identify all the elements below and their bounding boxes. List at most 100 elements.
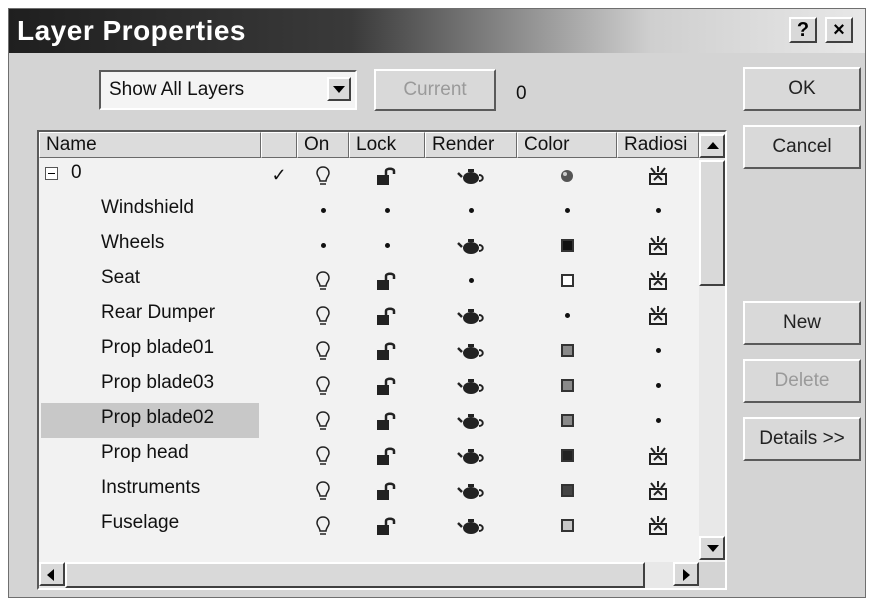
color-swatch[interactable] (517, 263, 617, 298)
teapot-icon[interactable] (425, 298, 517, 333)
radiosity-icon[interactable] (617, 438, 699, 473)
teapot-icon[interactable] (425, 508, 517, 543)
layer-filter-dropdown[interactable]: Show All Layers (99, 70, 357, 110)
color-swatch[interactable] (517, 368, 617, 403)
bulb-icon[interactable] (297, 438, 349, 473)
unlocked-icon[interactable] (349, 508, 425, 543)
details-button[interactable]: Details >> (743, 417, 861, 461)
dot-icon[interactable] (425, 263, 517, 298)
column-header-lock[interactable]: Lock (349, 132, 425, 158)
layer-name: Windshield (101, 197, 194, 218)
dot-icon[interactable] (517, 298, 617, 333)
layer-row[interactable]: Prop blade01 (39, 333, 699, 368)
bulb-icon[interactable] (297, 368, 349, 403)
column-header-on[interactable]: On (297, 132, 349, 158)
dot-icon[interactable] (617, 368, 699, 403)
layer-properties-dialog: Layer Properties ? × Show All Layers Cur… (8, 8, 866, 598)
bulb-icon[interactable] (297, 473, 349, 508)
color-swatch[interactable] (517, 438, 617, 473)
radiosity-icon[interactable] (617, 263, 699, 298)
dot-icon[interactable] (617, 193, 699, 228)
delete-button[interactable]: Delete (743, 359, 861, 403)
close-button[interactable]: × (825, 17, 853, 43)
dot-icon[interactable] (617, 333, 699, 368)
scroll-left-button[interactable] (39, 562, 65, 586)
material-sphere-icon[interactable] (517, 158, 617, 193)
horizontal-scroll-thumb[interactable] (65, 562, 645, 588)
scroll-up-button[interactable] (699, 134, 725, 158)
teapot-icon[interactable] (425, 438, 517, 473)
unlocked-icon[interactable] (349, 403, 425, 438)
bulb-icon[interactable] (297, 263, 349, 298)
vertical-scroll-thumb[interactable] (699, 160, 725, 286)
dot-icon[interactable] (617, 403, 699, 438)
unlocked-icon[interactable] (349, 158, 425, 193)
radiosity-icon[interactable] (617, 228, 699, 263)
teapot-icon[interactable] (425, 228, 517, 263)
ok-button[interactable]: OK (743, 67, 861, 111)
window-title: Layer Properties (17, 15, 246, 46)
layer-row[interactable]: Seat (39, 263, 699, 298)
bulb-icon[interactable] (297, 158, 349, 193)
dot-icon[interactable] (517, 193, 617, 228)
bulb-icon[interactable] (297, 508, 349, 543)
collapse-icon[interactable] (45, 167, 58, 180)
teapot-icon[interactable] (425, 368, 517, 403)
dot-icon[interactable] (297, 228, 349, 263)
cancel-button[interactable]: Cancel (743, 125, 861, 169)
teapot-icon[interactable] (425, 403, 517, 438)
layer-name: Prop blade03 (101, 372, 215, 393)
layer-row[interactable]: Windshield (39, 193, 699, 228)
teapot-icon[interactable] (425, 158, 517, 193)
radiosity-icon[interactable] (617, 298, 699, 333)
vertical-scrollbar[interactable] (699, 134, 725, 560)
column-header-name[interactable]: Name (39, 132, 261, 158)
new-button[interactable]: New (743, 301, 861, 345)
current-checkmark: ✓ (271, 165, 287, 185)
bulb-icon[interactable] (297, 403, 349, 438)
unlocked-icon[interactable] (349, 438, 425, 473)
unlocked-icon[interactable] (349, 263, 425, 298)
unlocked-icon[interactable] (349, 368, 425, 403)
radiosity-icon[interactable] (617, 508, 699, 543)
radiosity-icon[interactable] (617, 473, 699, 508)
color-swatch[interactable] (517, 228, 617, 263)
radiosity-icon[interactable] (617, 158, 699, 193)
current-button[interactable]: Current (374, 69, 496, 111)
unlocked-icon[interactable] (349, 473, 425, 508)
layer-row[interactable]: Instruments (39, 473, 699, 508)
scroll-down-button[interactable] (699, 536, 725, 560)
title-bar: Layer Properties ? × (9, 9, 865, 53)
scroll-right-button[interactable] (673, 562, 699, 586)
layer-row[interactable]: Prop blade03 (39, 368, 699, 403)
layer-row[interactable]: Wheels (39, 228, 699, 263)
unlocked-icon[interactable] (349, 333, 425, 368)
dot-icon[interactable] (349, 193, 425, 228)
horizontal-scrollbar[interactable] (39, 562, 699, 588)
dot-icon[interactable] (349, 228, 425, 263)
layer-row[interactable]: Fuselage (39, 508, 699, 543)
column-header-current[interactable] (261, 132, 297, 158)
dot-icon[interactable] (297, 193, 349, 228)
column-header-color[interactable]: Color (517, 132, 617, 158)
layer-name: Fuselage (101, 512, 180, 533)
dot-icon[interactable] (425, 193, 517, 228)
teapot-icon[interactable] (425, 473, 517, 508)
layer-filter-value: Show All Layers (109, 79, 245, 100)
color-swatch[interactable] (517, 403, 617, 438)
color-swatch[interactable] (517, 508, 617, 543)
layer-row[interactable]: Prop head (39, 438, 699, 473)
color-swatch[interactable] (517, 333, 617, 368)
bulb-icon[interactable] (297, 333, 349, 368)
column-header-render[interactable]: Render (425, 132, 517, 158)
layer-row[interactable]: Rear Dumper (39, 298, 699, 333)
layer-row-root[interactable]: 0 ✓ (39, 158, 699, 193)
column-header-radiosity[interactable]: Radiosi (617, 132, 699, 158)
color-swatch[interactable] (517, 473, 617, 508)
bulb-icon[interactable] (297, 298, 349, 333)
teapot-icon[interactable] (425, 333, 517, 368)
help-button[interactable]: ? (789, 17, 817, 43)
unlocked-icon[interactable] (349, 298, 425, 333)
chevron-down-icon[interactable] (327, 77, 351, 101)
layer-row[interactable]: Prop blade02 (39, 403, 699, 438)
